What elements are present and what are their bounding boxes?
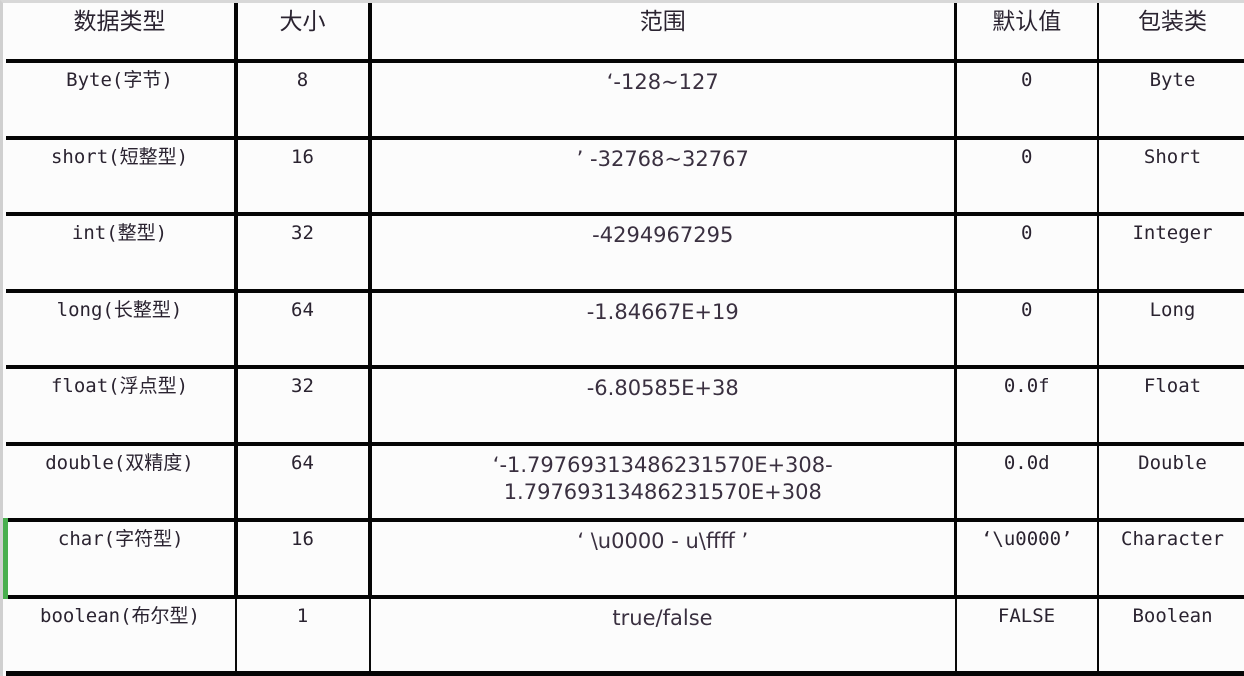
cell-range[interactable]: -1.84667E+19 bbox=[369, 290, 957, 370]
cell-wrapper-class[interactable]: Byte bbox=[1097, 61, 1244, 140]
cell-default-value[interactable]: 0 bbox=[955, 137, 1099, 217]
cell-wrapper-class[interactable]: Float bbox=[1097, 367, 1244, 446]
cell-default-value[interactable]: 0 bbox=[955, 61, 1099, 140]
cell-default-value[interactable]: 0 bbox=[955, 290, 1099, 370]
cell-wrapper-class[interactable]: Short bbox=[1097, 137, 1244, 217]
cell-size[interactable]: 64 bbox=[235, 443, 372, 523]
cell-size[interactable]: 32 bbox=[235, 367, 372, 446]
table-row[interactable]: Byte(字节) 8 ‘-128~127 0 Byte bbox=[5, 61, 1244, 140]
cell-data-type[interactable]: float(浮点型) bbox=[5, 367, 238, 446]
cell-default-value[interactable]: 0.0f bbox=[955, 367, 1099, 446]
cell-wrapper-class[interactable]: Double bbox=[1097, 443, 1244, 523]
cell-data-type[interactable]: int(整型) bbox=[5, 214, 238, 293]
java-data-types-table: 数据类型 大小 范围 默认值 包装类 Byte(字节) 8 ‘-128~127 … bbox=[3, 3, 1244, 676]
cell-size[interactable]: 1 bbox=[235, 596, 371, 676]
spreadsheet-canvas: 数据类型 大小 范围 默认值 包装类 Byte(字节) 8 ‘-128~127 … bbox=[0, 0, 1244, 676]
cell-default-value[interactable]: FALSE bbox=[955, 596, 1099, 676]
cell-data-type[interactable]: long(长整型) bbox=[5, 290, 238, 370]
cell-default-value[interactable]: ‘\u0000’ bbox=[955, 520, 1099, 599]
table-row-selected[interactable]: char(字符型) 16 ‘ \u0000 - u\ffff ’ ‘\u0000… bbox=[3, 520, 1244, 599]
table-row[interactable]: double(双精度) 64 ‘-1.79769313486231570E+30… bbox=[5, 443, 1244, 523]
table-row[interactable]: short(短整型) 16 ’ -32768~32767 0 Short bbox=[5, 137, 1244, 217]
cell-default-value[interactable]: 0.0d bbox=[955, 443, 1099, 523]
cell-range[interactable]: -6.80585E+38 bbox=[369, 367, 957, 446]
column-header-wrapper-class[interactable]: 包装类 bbox=[1097, 3, 1244, 63]
cell-size[interactable]: 8 bbox=[235, 61, 372, 140]
table-row[interactable]: int(整型) 32 -4294967295 0 Integer bbox=[5, 214, 1244, 293]
cell-wrapper-class[interactable]: Integer bbox=[1097, 214, 1244, 293]
column-header-default-value[interactable]: 默认值 bbox=[955, 3, 1099, 63]
cell-range[interactable]: ‘ \u0000 - u\ffff ’ bbox=[369, 520, 957, 599]
cell-wrapper-class[interactable]: Character bbox=[1097, 520, 1244, 599]
cell-data-type[interactable]: double(双精度) bbox=[5, 443, 238, 523]
table-row[interactable]: long(长整型) 64 -1.84667E+19 0 Long bbox=[5, 290, 1244, 370]
cell-wrapper-class[interactable]: Boolean bbox=[1097, 596, 1244, 676]
cell-range[interactable]: -4294967295 bbox=[369, 214, 957, 293]
cell-range[interactable]: ‘-1.79769313486231570E+308-1.79769313486… bbox=[369, 443, 957, 523]
cell-data-type[interactable]: char(字符型) bbox=[3, 520, 238, 599]
cell-range[interactable]: ’ -32768~32767 bbox=[369, 137, 957, 217]
column-header-size[interactable]: 大小 bbox=[235, 3, 372, 63]
cell-size[interactable]: 64 bbox=[235, 290, 372, 370]
table-row[interactable]: float(浮点型) 32 -6.80585E+38 0.0f Float bbox=[5, 367, 1244, 446]
cell-size[interactable]: 16 bbox=[235, 137, 372, 217]
cell-range[interactable]: true/false bbox=[369, 596, 957, 676]
cell-data-type[interactable]: short(短整型) bbox=[5, 137, 238, 217]
header-row: 数据类型 大小 范围 默认值 包装类 bbox=[5, 3, 1244, 63]
cell-data-type[interactable]: Byte(字节) bbox=[5, 61, 238, 140]
cell-size[interactable]: 32 bbox=[235, 214, 372, 293]
cell-wrapper-class[interactable]: Long bbox=[1097, 290, 1244, 370]
column-header-range[interactable]: 范围 bbox=[369, 3, 957, 63]
cell-size[interactable]: 16 bbox=[235, 520, 372, 599]
cell-default-value[interactable]: 0 bbox=[955, 214, 1099, 293]
column-header-data-type[interactable]: 数据类型 bbox=[5, 3, 238, 63]
cell-data-type[interactable]: boolean(布尔型) bbox=[5, 596, 237, 676]
table-header: 数据类型 大小 范围 默认值 包装类 bbox=[5, 3, 1244, 63]
table-row[interactable]: boolean(布尔型) 1 true/false FALSE Boolean bbox=[5, 596, 1244, 676]
cell-range[interactable]: ‘-128~127 bbox=[369, 61, 957, 140]
table-body: Byte(字节) 8 ‘-128~127 0 Byte short(短整型) 1… bbox=[3, 61, 1244, 676]
